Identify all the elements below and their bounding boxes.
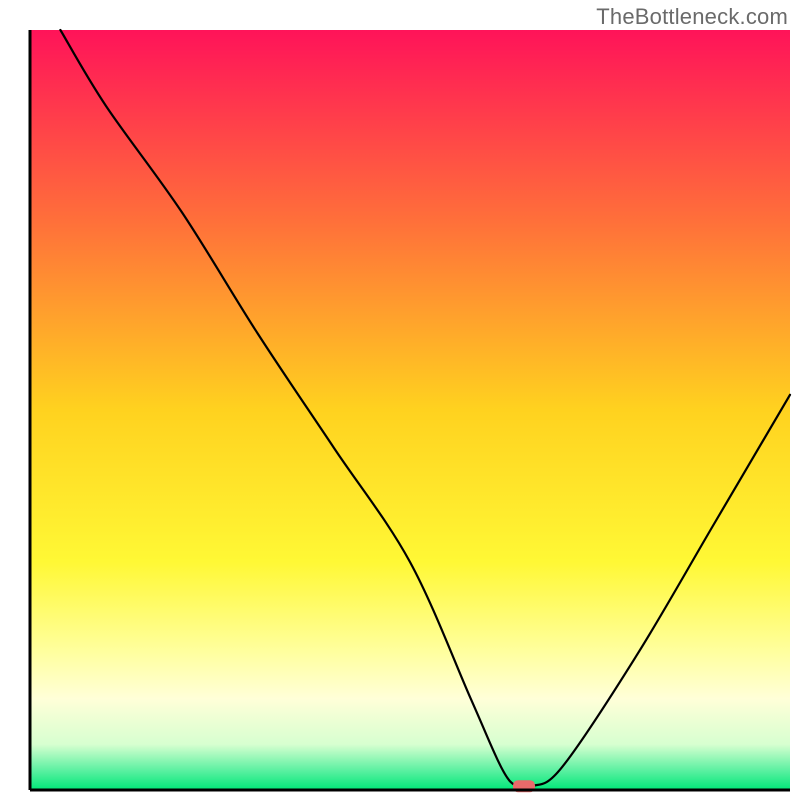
watermark-text: TheBottleneck.com (596, 4, 788, 30)
bottleneck-chart: TheBottleneck.com (0, 0, 800, 800)
chart-svg (0, 0, 800, 800)
plot-background (30, 30, 790, 790)
